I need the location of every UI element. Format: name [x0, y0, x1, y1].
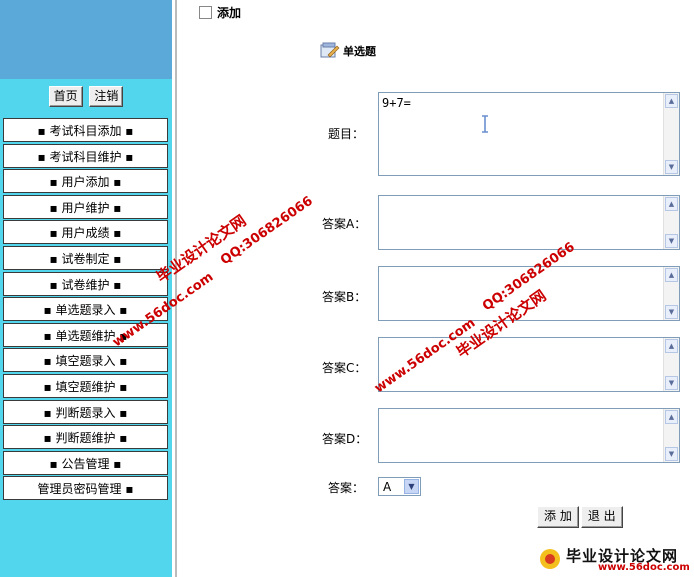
- page-header: 添加: [199, 4, 241, 21]
- scroll-up-icon[interactable]: ▲: [665, 94, 678, 108]
- logout-button[interactable]: 注销: [89, 86, 124, 107]
- answer-select-value: A: [383, 480, 392, 494]
- answer-select[interactable]: A ▼: [378, 477, 421, 496]
- menu-item-fill-blank-entry[interactable]: ▪ 填空题录入 ▪: [3, 348, 168, 373]
- chevron-down-icon[interactable]: ▼: [404, 479, 419, 494]
- answer-a-label: 答案A：: [322, 217, 367, 231]
- menu-item-paper-maintain[interactable]: ▪ 试卷维护 ▪: [3, 271, 168, 296]
- panel-divider: [175, 0, 177, 577]
- scroll-up-icon[interactable]: ▲: [665, 339, 678, 353]
- page-title: 添加: [217, 6, 242, 20]
- scroll-down-icon[interactable]: ▼: [665, 447, 678, 461]
- edit-document-icon: [320, 42, 340, 58]
- answer-d-label: 答案D：: [322, 432, 368, 446]
- answer-c-label: 答案C：: [322, 361, 367, 375]
- nav-menu: ▪ 考试科目添加 ▪ ▪ 考试科目维护 ▪ ▪ 用户添加 ▪ ▪ 用户维护 ▪ …: [3, 118, 168, 502]
- left-nav-panel: 首页 注销 ▪ 考试科目添加 ▪ ▪ 考试科目维护 ▪ ▪ 用户添加 ▪ ▪ 用…: [0, 0, 172, 577]
- footer-logo: 毕业设计论文网 www.56doc.com: [534, 543, 694, 577]
- answer-c-scrollbar[interactable]: ▲ ▼: [663, 338, 679, 391]
- section-title-label: 单选题: [343, 45, 376, 58]
- answer-select-label: 答案：: [328, 481, 365, 495]
- form-actions: 添 加退 出: [537, 506, 625, 528]
- nav-top-buttons: 首页 注销: [0, 86, 172, 107]
- answer-d-scrollbar[interactable]: ▲ ▼: [663, 409, 679, 462]
- answer-d-textarea[interactable]: ▲ ▼: [378, 408, 680, 463]
- menu-item-true-false-maintain[interactable]: ▪ 判断题维护 ▪: [3, 425, 168, 450]
- menu-item-user-scores[interactable]: ▪ 用户成绩 ▪: [3, 220, 168, 245]
- answer-a-scrollbar[interactable]: ▲ ▼: [663, 196, 679, 249]
- answer-b-label: 答案B：: [322, 290, 367, 304]
- scroll-up-icon[interactable]: ▲: [665, 410, 678, 424]
- question-label: 题目：: [328, 127, 365, 141]
- scroll-down-icon[interactable]: ▼: [665, 305, 678, 319]
- answer-a-textarea[interactable]: ▲ ▼: [378, 195, 680, 250]
- scroll-down-icon[interactable]: ▼: [665, 160, 678, 174]
- menu-item-fill-blank-maintain[interactable]: ▪ 填空题维护 ▪: [3, 373, 168, 398]
- menu-item-user-maintain[interactable]: ▪ 用户维护 ▪: [3, 194, 168, 219]
- nav-banner: [0, 0, 172, 79]
- scroll-up-icon[interactable]: ▲: [665, 197, 678, 211]
- menu-item-true-false-entry[interactable]: ▪ 判断题录入 ▪: [3, 399, 168, 424]
- footer-url: www.56doc.com: [598, 562, 690, 573]
- logo-icon: [540, 549, 560, 569]
- add-button[interactable]: 添 加: [537, 506, 579, 528]
- text-cursor-icon: [480, 115, 490, 136]
- menu-item-subject-maintain[interactable]: ▪ 考试科目维护 ▪: [3, 143, 168, 168]
- scroll-down-icon[interactable]: ▼: [665, 234, 678, 248]
- menu-item-admin-password[interactable]: 管理员密码管理 ▪: [3, 476, 168, 501]
- home-button[interactable]: 首页: [48, 86, 83, 107]
- menu-item-subject-add[interactable]: ▪ 考试科目添加 ▪: [3, 118, 168, 142]
- scroll-down-icon[interactable]: ▼: [665, 376, 678, 390]
- scroll-up-icon[interactable]: ▲: [665, 268, 678, 282]
- exit-button[interactable]: 退 出: [580, 506, 623, 528]
- section-title: 单选题: [320, 42, 376, 59]
- menu-item-paper-create[interactable]: ▪ 试卷制定 ▪: [3, 245, 168, 270]
- menu-item-user-add[interactable]: ▪ 用户添加 ▪: [3, 169, 168, 194]
- checkbox-icon[interactable]: [199, 6, 212, 19]
- question-value: 9+7=: [382, 96, 411, 110]
- menu-item-notice-manage[interactable]: ▪ 公告管理 ▪: [3, 450, 168, 475]
- question-textarea[interactable]: 9+7= ▲ ▼: [378, 92, 680, 176]
- answer-b-scrollbar[interactable]: ▲ ▼: [663, 267, 679, 320]
- question-scrollbar[interactable]: ▲ ▼: [663, 93, 679, 175]
